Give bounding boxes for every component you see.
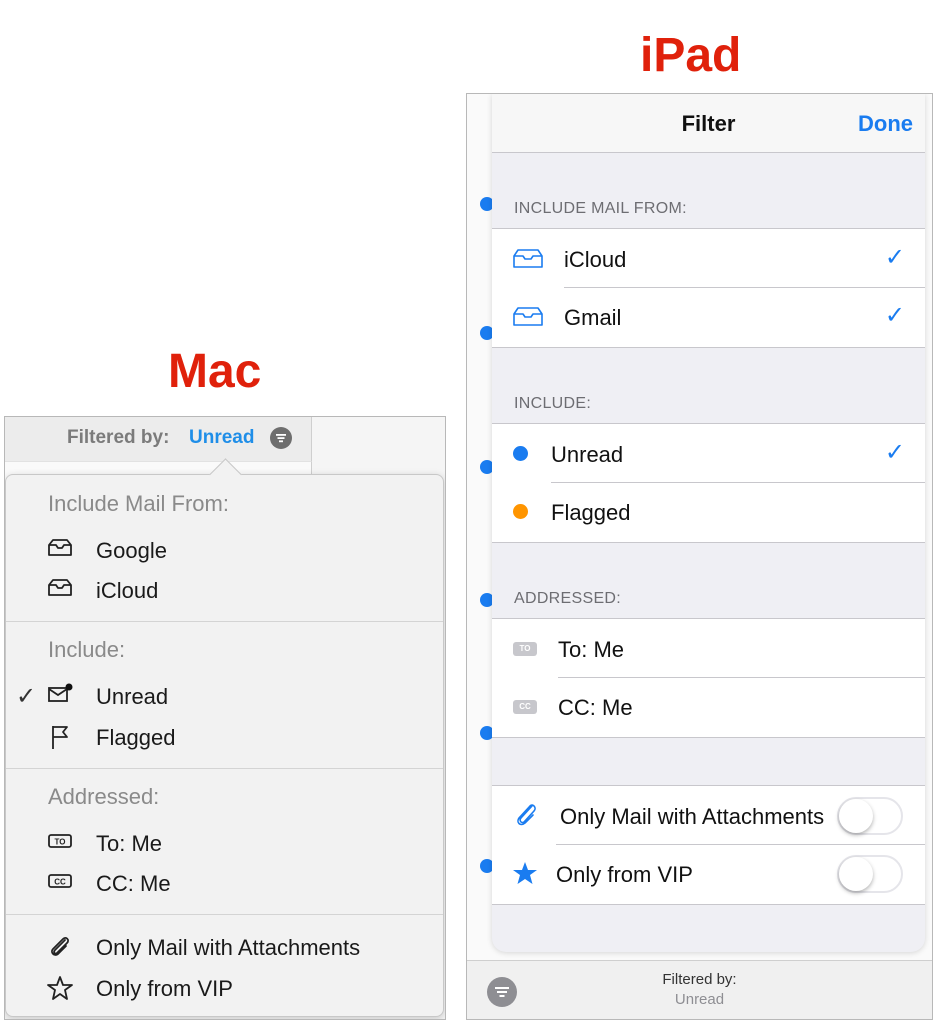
ipad-row-label: Gmail [564, 305, 622, 330]
done-button[interactable]: Done [858, 111, 913, 137]
checkmark-icon: ✓ [884, 302, 905, 329]
mac-item-label: Google [96, 538, 167, 563]
ipad-row-only-attachments: Only Mail with Attachments [492, 786, 925, 844]
ipad-filter-label: Filtered by: [662, 971, 737, 988]
mac-item-label: CC: Me [96, 871, 171, 896]
ipad-filter-value[interactable]: Unread [467, 991, 932, 1008]
mac-filter-label: Filtered by: [67, 427, 170, 448]
mac-item-to-me[interactable]: TO To: Me [6, 824, 443, 862]
inbox-tray-icon [46, 577, 74, 603]
section-header-include: INCLUDE: [514, 395, 592, 412]
mac-item-label: Only Mail with Attachments [96, 935, 361, 960]
star-outline-icon [46, 975, 74, 1001]
divider [6, 768, 443, 769]
ipad-mail-window: Filtered by: Unread Filter Done INCLUDE … [466, 93, 933, 1020]
to-badge-icon: TO [513, 642, 537, 656]
mac-item-flagged[interactable]: Flagged [6, 718, 443, 756]
mac-item-label: Only from VIP [96, 976, 233, 1001]
svg-text:TO: TO [55, 838, 66, 847]
ipad-group-include: Unread ✓ Flagged [492, 423, 925, 543]
checkmark-icon: ✓ [884, 439, 905, 466]
section-header-addressed: Addressed: [48, 784, 160, 809]
filter-circle-icon[interactable] [270, 427, 292, 449]
flag-icon [46, 724, 74, 750]
ipad-row-flagged[interactable]: Flagged [492, 482, 925, 540]
ipad-heading: iPad [640, 29, 742, 82]
blue-dot-icon [513, 446, 528, 461]
ipad-row-label: Unread [551, 442, 624, 467]
checkmark-icon: ✓ [16, 683, 37, 710]
ipad-row-only-vip: Only from VIP [492, 844, 925, 902]
ipad-row-label: Only from VIP [556, 862, 693, 887]
star-icon [512, 861, 538, 890]
toggle-knob [839, 799, 873, 833]
section-header-include-mail-from: INCLUDE MAIL FROM: [514, 200, 687, 217]
ipad-row-unread[interactable]: Unread ✓ [492, 424, 925, 482]
mac-item-label: iCloud [96, 578, 159, 603]
mac-item-unread[interactable]: ✓ Unread [6, 677, 443, 715]
ipad-row-gmail[interactable]: Gmail ✓ [492, 287, 925, 345]
section-header-include-mail-from: Include Mail From: [48, 491, 229, 516]
mac-item-label: Flagged [96, 725, 176, 750]
ipad-group-toggles: Only Mail with Attachments Only from VIP [492, 785, 925, 905]
inbox-tray-icon [46, 537, 74, 563]
cc-badge-icon: CC [46, 870, 74, 896]
ipad-row-to-me[interactable]: TO To: Me [492, 619, 925, 677]
ipad-bottom-toolbar: Filtered by: Unread [467, 960, 932, 1019]
svg-text:CC: CC [54, 878, 66, 887]
attachments-toggle[interactable] [837, 797, 903, 835]
ipad-filter-sheet: Filter Done INCLUDE MAIL FROM: iCloud ✓ … [492, 94, 925, 952]
inbox-tray-icon [512, 247, 544, 274]
section-header-addressed: ADDRESSED: [514, 590, 622, 607]
mac-item-google[interactable]: Google [6, 531, 443, 569]
ipad-row-cc-me[interactable]: CC CC: Me [492, 677, 925, 735]
cc-badge-icon: CC [513, 700, 537, 714]
inbox-tray-icon [512, 305, 544, 332]
ipad-row-label: iCloud [564, 247, 627, 272]
ipad-navbar: Filter Done [492, 94, 925, 153]
orange-dot-icon [513, 504, 528, 519]
paperclip-icon [46, 934, 74, 960]
unread-envelope-icon [46, 683, 74, 709]
mac-item-only-vip[interactable]: Only from VIP [6, 969, 443, 1007]
ipad-row-label: Flagged [551, 500, 631, 525]
mac-heading: Mac [168, 345, 262, 398]
vip-toggle[interactable] [837, 855, 903, 893]
checkmark-icon: ✓ [884, 244, 905, 271]
toggle-knob [839, 857, 873, 891]
divider [6, 914, 443, 915]
mac-filter-value[interactable]: Unread [189, 427, 254, 449]
mac-item-label: To: Me [96, 831, 163, 856]
mac-item-icloud[interactable]: iCloud [6, 571, 443, 609]
ipad-row-label: CC: Me [558, 695, 633, 720]
ipad-row-label: To: Me [558, 637, 625, 662]
paperclip-icon [512, 800, 540, 835]
mac-item-label: Unread [96, 684, 169, 709]
ipad-group-addressed: TO To: Me CC CC: Me [492, 618, 925, 738]
mac-mail-window: Filtered by: Unread Include Mail From: G… [4, 416, 446, 1020]
mac-item-only-attachments[interactable]: Only Mail with Attachments [6, 928, 443, 966]
to-badge-icon: TO [46, 830, 74, 856]
ipad-row-icloud[interactable]: iCloud ✓ [492, 229, 925, 287]
ipad-row-label: Only Mail with Attachments [560, 804, 825, 829]
section-header-include: Include: [48, 637, 126, 662]
mac-filter-bar[interactable]: Filtered by: Unread [5, 417, 312, 461]
mac-filter-popover: Include Mail From: Google iCloud Include… [5, 458, 444, 1017]
divider [6, 621, 443, 622]
ipad-group-accounts: iCloud ✓ Gmail ✓ [492, 228, 925, 348]
mac-item-cc-me[interactable]: CC CC: Me [6, 864, 443, 902]
